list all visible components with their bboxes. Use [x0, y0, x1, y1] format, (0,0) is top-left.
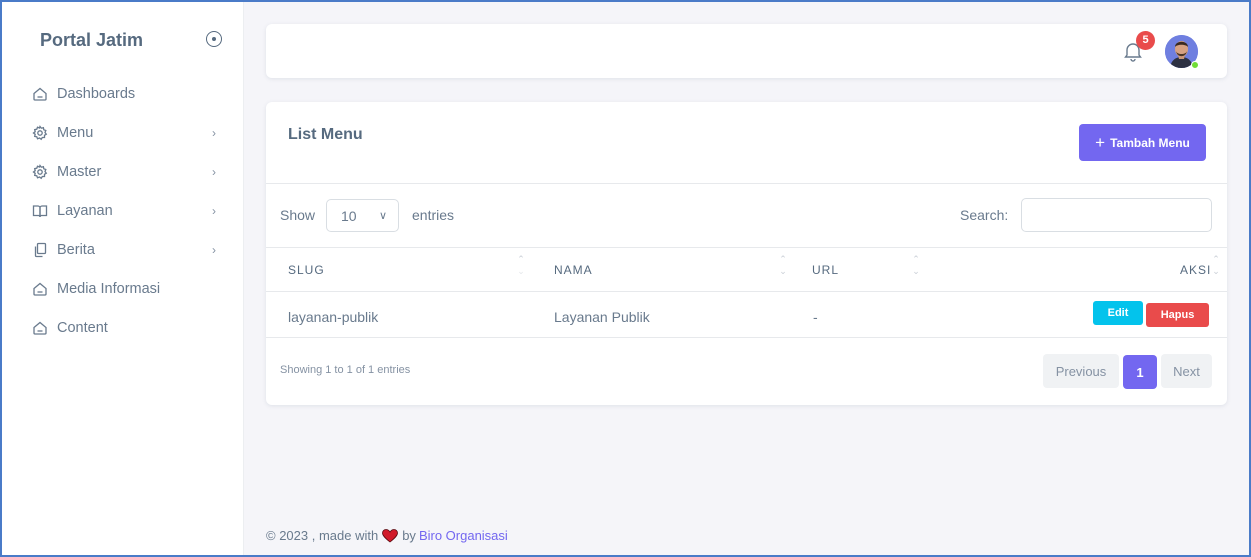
- add-menu-label: Tambah Menu: [1110, 135, 1190, 150]
- table-top-divider: [266, 247, 1227, 248]
- sort-icon[interactable]: ⌃ ⌄: [911, 253, 921, 277]
- sidebar-item-master[interactable]: Master ›: [2, 152, 244, 191]
- footer: © 2023 , made with by Biro Organisasi: [266, 528, 508, 543]
- sidebar-item-label: Layanan: [57, 202, 113, 219]
- cell-slug: layanan-publik: [288, 309, 379, 325]
- table-bottom-divider: [266, 337, 1227, 338]
- sort-icon[interactable]: ⌃ ⌄: [516, 253, 526, 277]
- pagination-next-button[interactable]: Next: [1161, 354, 1212, 388]
- chevron-right-icon: ›: [212, 204, 216, 218]
- page-length-value: 10: [341, 207, 357, 224]
- sidebar-nav: Dashboards Menu › Master › Layanan › Ber…: [2, 74, 244, 347]
- online-status-dot: [1191, 61, 1199, 69]
- sidebar-item-media-informasi[interactable]: Media Informasi: [2, 269, 244, 308]
- brand-title[interactable]: Portal Jatim: [40, 30, 143, 51]
- gear-icon: [32, 163, 48, 179]
- notification-badge: 5: [1136, 31, 1155, 50]
- home-icon: [33, 87, 47, 101]
- add-menu-button[interactable]: + Tambah Menu: [1079, 124, 1206, 161]
- column-header-slug[interactable]: SLUG: [288, 263, 325, 277]
- sidebar-item-label: Master: [57, 163, 102, 180]
- card-header-divider: [266, 183, 1227, 184]
- sidebar: Portal Jatim Dashboards Menu › Master › …: [2, 2, 244, 555]
- sort-icon[interactable]: ⌃ ⌄: [1211, 253, 1221, 277]
- chevron-right-icon: ›: [212, 243, 216, 257]
- sidebar-item-layanan[interactable]: Layanan ›: [2, 191, 244, 230]
- chevron-down-icon: ∨: [379, 210, 388, 222]
- footer-text: © 2023 , made with: [266, 528, 379, 543]
- sidebar-item-menu[interactable]: Menu ›: [2, 113, 244, 152]
- chevron-right-icon: ›: [212, 165, 216, 179]
- plus-icon: +: [1095, 133, 1106, 152]
- sort-icon[interactable]: ⌃ ⌄: [778, 253, 788, 277]
- delete-button[interactable]: Hapus: [1146, 303, 1209, 327]
- show-label: Show: [280, 207, 316, 223]
- page-length-select[interactable]: 10 ∨: [326, 199, 399, 232]
- column-header-nama[interactable]: NAMA: [554, 263, 593, 277]
- list-menu-card: List Menu + Tambah Menu Show 10 ∨ entrie…: [266, 102, 1227, 405]
- copy-icon: [34, 242, 47, 257]
- search-label: Search:: [960, 207, 1009, 223]
- sidebar-item-label: Menu: [57, 124, 94, 141]
- book-open-icon: [32, 204, 48, 217]
- sidebar-item-content[interactable]: Content: [2, 308, 244, 347]
- table-info: Showing 1 to 1 of 1 entries: [280, 364, 411, 376]
- entries-label: entries: [412, 207, 455, 223]
- sidebar-item-berita[interactable]: Berita ›: [2, 230, 244, 269]
- sidebar-toggle-icon[interactable]: [206, 31, 222, 47]
- cell-nama: Layanan Publik: [554, 309, 650, 325]
- search-input[interactable]: [1021, 198, 1212, 232]
- sidebar-item-label: Berita: [57, 241, 95, 258]
- card-title: List Menu: [288, 126, 363, 143]
- sidebar-item-label: Media Informasi: [57, 280, 161, 297]
- home-icon: [33, 321, 47, 335]
- sidebar-item-dashboards[interactable]: Dashboards: [2, 74, 244, 113]
- gear-icon: [32, 124, 48, 140]
- table-header-divider: [266, 291, 1227, 292]
- pagination-page-1-button[interactable]: 1: [1123, 355, 1157, 389]
- footer-by: by: [402, 528, 416, 543]
- chevron-right-icon: ›: [212, 126, 216, 140]
- heart-icon: [382, 528, 399, 543]
- top-navbar: 5: [266, 24, 1227, 78]
- sidebar-item-label: Dashboards: [57, 85, 136, 102]
- column-header-url[interactable]: URL: [812, 263, 839, 277]
- column-header-aksi: AKSI: [1180, 263, 1212, 277]
- sidebar-item-label: Content: [57, 319, 108, 336]
- home-icon: [33, 282, 47, 296]
- pagination-previous-button[interactable]: Previous: [1043, 354, 1119, 388]
- footer-link-biro-organisasi[interactable]: Biro Organisasi: [419, 528, 508, 543]
- cell-url: -: [813, 309, 818, 325]
- edit-button[interactable]: Edit: [1093, 301, 1143, 325]
